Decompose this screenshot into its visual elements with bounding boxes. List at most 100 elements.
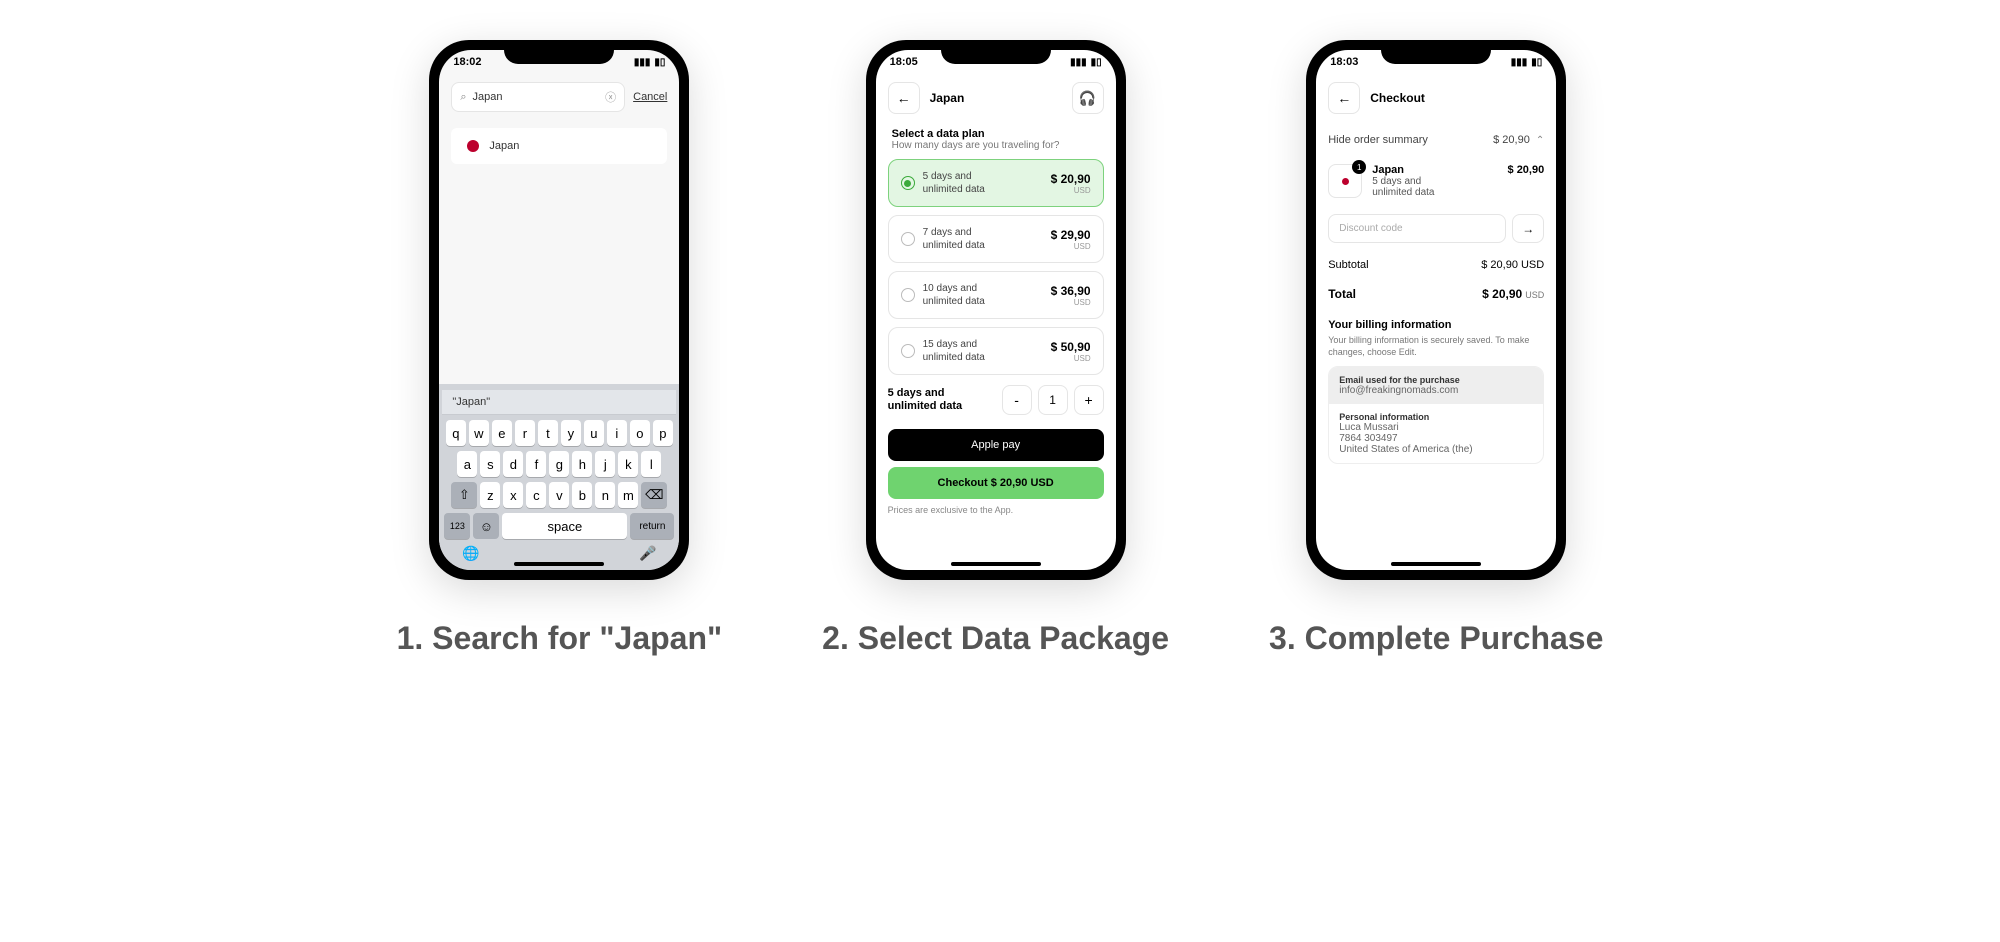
notch <box>504 40 614 64</box>
qty-badge: 1 <box>1352 160 1366 174</box>
radio-icon <box>901 232 915 246</box>
key-shift[interactable]: ⇧ <box>451 482 477 508</box>
back-button[interactable]: ← <box>1328 82 1360 114</box>
battery-icon: ▮▯ <box>1531 57 1542 68</box>
keyboard-row-3: ⇧ z x c v b n m ⌫ <box>442 482 676 508</box>
key-a[interactable]: a <box>457 451 477 477</box>
caption-3: 3. Complete Purchase <box>1269 620 1603 657</box>
radio-icon <box>901 288 915 302</box>
qty-value: 1 <box>1038 385 1068 415</box>
key-123[interactable]: 123 <box>444 513 470 539</box>
key-h[interactable]: h <box>572 451 592 477</box>
search-value: Japan <box>473 91 503 103</box>
key-y[interactable]: y <box>561 420 581 446</box>
billing-title: Your billing information <box>1316 309 1556 335</box>
email-value: info@freakingnomads.com <box>1339 385 1533 396</box>
key-c[interactable]: c <box>526 482 546 508</box>
keyboard-suggestion[interactable]: "Japan" <box>442 390 676 415</box>
key-d[interactable]: d <box>503 451 523 477</box>
key-u[interactable]: u <box>584 420 604 446</box>
search-result-japan[interactable]: Japan <box>451 128 667 164</box>
key-space[interactable]: space <box>502 513 627 539</box>
mic-icon[interactable]: 🎤 <box>639 545 656 562</box>
qty-minus-button[interactable]: - <box>1002 385 1032 415</box>
key-v[interactable]: v <box>549 482 569 508</box>
keyboard-row-1: q w e r t y u i o p <box>442 420 676 446</box>
qty-plus-button[interactable]: + <box>1074 385 1104 415</box>
search-input[interactable]: ⌕ Japan ⓧ <box>451 82 625 112</box>
key-j[interactable]: j <box>595 451 615 477</box>
billing-subtitle: Your billing information is securely sav… <box>1316 335 1556 358</box>
cancel-button[interactable]: Cancel <box>633 91 667 103</box>
clear-icon[interactable]: ⓧ <box>605 89 616 105</box>
caption-1: 1. Search for "Japan" <box>397 620 723 657</box>
flag-icon <box>467 140 479 152</box>
key-n[interactable]: n <box>595 482 615 508</box>
status-time: 18:03 <box>1330 56 1358 68</box>
billing-card: Email used for the purchase info@freakin… <box>1328 366 1544 464</box>
key-k[interactable]: k <box>618 451 638 477</box>
radio-icon <box>901 344 915 358</box>
home-indicator[interactable] <box>951 562 1041 566</box>
price-footnote: Prices are exclusive to the App. <box>876 505 1116 515</box>
plan-option-10days[interactable]: 10 days andunlimited data $ 36,90USD <box>888 271 1104 319</box>
chevron-up-icon: ⌃ <box>1536 135 1544 146</box>
key-s[interactable]: s <box>480 451 500 477</box>
key-x[interactable]: x <box>503 482 523 508</box>
plan-option-5days[interactable]: 5 days andunlimited data $ 20,90USD <box>888 159 1104 207</box>
home-indicator[interactable] <box>514 562 604 566</box>
key-b[interactable]: b <box>572 482 592 508</box>
key-e[interactable]: e <box>492 420 512 446</box>
order-summary-toggle[interactable]: Hide order summary $ 20,90 ⌃ <box>1316 124 1556 156</box>
key-r[interactable]: r <box>515 420 535 446</box>
key-backspace[interactable]: ⌫ <box>641 482 667 508</box>
key-m[interactable]: m <box>618 482 638 508</box>
key-f[interactable]: f <box>526 451 546 477</box>
plan-option-15days[interactable]: 15 days andunlimited data $ 50,90USD <box>888 327 1104 375</box>
support-button[interactable]: 🎧 <box>1072 82 1104 114</box>
section-title: Select a data plan <box>892 128 1100 140</box>
key-return[interactable]: return <box>630 513 674 539</box>
back-button[interactable]: ← <box>888 82 920 114</box>
apply-discount-button[interactable]: → <box>1512 214 1544 243</box>
discount-input[interactable]: Discount code <box>1328 214 1506 243</box>
phone-plans: 18:05 ▮▮▮ ▮▯ ← Japan 🎧 Select a data pla… <box>866 40 1126 580</box>
globe-icon[interactable]: 🌐 <box>462 545 479 562</box>
key-w[interactable]: w <box>469 420 489 446</box>
keyboard-row-bottom: 123 ☺ space return <box>444 513 674 539</box>
status-time: 18:05 <box>890 56 918 68</box>
battery-icon: ▮▯ <box>1091 57 1102 68</box>
email-label: Email used for the purchase <box>1339 375 1533 385</box>
signal-icon: ▮▮▮ <box>1511 57 1528 68</box>
key-o[interactable]: o <box>630 420 650 446</box>
keyboard[interactable]: "Japan" q w e r t y u i o p a s d f g h … <box>439 384 679 570</box>
caption-2: 2. Select Data Package <box>822 620 1169 657</box>
plan-option-7days[interactable]: 7 days andunlimited data $ 29,90USD <box>888 215 1104 263</box>
phone-checkout: 18:03 ▮▮▮ ▮▯ ← Checkout Hide order summa… <box>1306 40 1566 580</box>
key-g[interactable]: g <box>549 451 569 477</box>
checkout-button[interactable]: Checkout $ 20,90 USD <box>888 467 1104 499</box>
signal-icon: ▮▮▮ <box>634 57 651 68</box>
notch <box>941 40 1051 64</box>
key-emoji[interactable]: ☺ <box>473 513 499 539</box>
subtotal-row: Subtotal $ 20,90 USD <box>1316 251 1556 279</box>
key-p[interactable]: p <box>653 420 673 446</box>
personal-label: Personal information <box>1339 412 1533 422</box>
key-q[interactable]: q <box>446 420 466 446</box>
page-title: Checkout <box>1370 91 1425 105</box>
notch <box>1381 40 1491 64</box>
battery-icon: ▮▯ <box>654 57 665 68</box>
home-indicator[interactable] <box>1391 562 1481 566</box>
key-l[interactable]: l <box>641 451 661 477</box>
order-item: 1 Japan 5 days and unlimited data $ 20,9… <box>1316 156 1556 206</box>
key-t[interactable]: t <box>538 420 558 446</box>
phone-search: 18:02 ▮▮▮ ▮▯ ⌕ Japan ⓧ Cancel Japan "Jap… <box>429 40 689 580</box>
apple-pay-button[interactable]: Apple pay <box>888 429 1104 461</box>
key-i[interactable]: i <box>607 420 627 446</box>
radio-icon <box>901 176 915 190</box>
flag-icon <box>1342 178 1349 185</box>
signal-icon: ▮▮▮ <box>1070 57 1087 68</box>
key-z[interactable]: z <box>480 482 500 508</box>
search-icon: ⌕ <box>460 91 466 104</box>
section-subtitle: How many days are you traveling for? <box>892 140 1100 151</box>
